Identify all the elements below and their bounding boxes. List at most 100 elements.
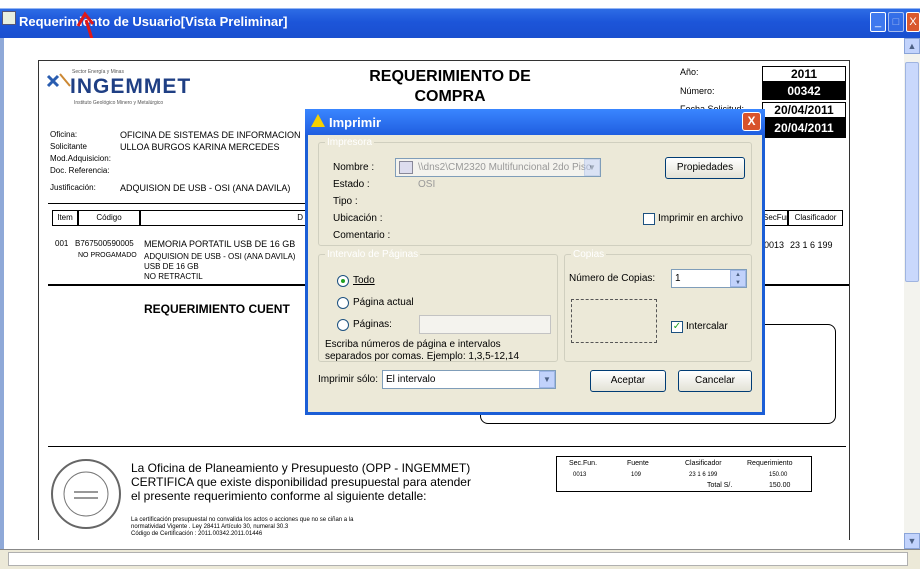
solicitante-label: Solicitante — [50, 142, 87, 151]
row-note-capacity: USB DE 16 GB — [144, 262, 199, 271]
range-hint-line2: separados por comas. Ejemplo: 1,3,5-12,1… — [325, 351, 519, 362]
printer-group: Impresora Nombre : \\dns2\CM2320 Multifu… — [318, 137, 752, 246]
row-note-programado: NO PROGAMADO — [78, 252, 137, 259]
row-secfun: 0013 — [764, 240, 785, 250]
maximize-button[interactable]: □ — [888, 12, 904, 32]
col-codigo: Código — [78, 210, 140, 226]
row-codigo: B767500590005 — [75, 239, 134, 248]
section-rule-right — [763, 284, 849, 286]
page-range-legend: Intervalo de Páginas — [325, 249, 421, 260]
opp-text-line3: el presente requerimiento conforme al si… — [131, 489, 427, 503]
opp-text-line1: La Oficina de Planeamiento y Presupuesto… — [131, 461, 471, 475]
mod-adquisicion-label: Mod.Adquisicion: — [50, 154, 111, 163]
justificacion-value: ADQUISION DE USB - OSI (ANA DAVILA) — [120, 183, 291, 193]
copies-legend: Copias — [571, 249, 607, 260]
report-title-line2: COMPRA — [414, 88, 486, 105]
spinner-icon[interactable]: ▲ ▼ — [730, 270, 746, 287]
app-icon — [2, 11, 16, 25]
budget-total: 150.00 — [769, 482, 791, 489]
intercalar-checkbox[interactable]: ✓ — [671, 321, 683, 333]
opp-text-line2: CERTIFICA que existe disponibilidad pres… — [131, 475, 471, 489]
window-titlebar: Requerimiento de Usuario[Vista Prelimina… — [0, 0, 920, 38]
pagina-actual-radio[interactable] — [337, 297, 349, 309]
row-descripcion: MEMORIA PORTATIL USB DE 16 GB — [144, 239, 296, 249]
opp-seal-icon — [51, 459, 121, 529]
ingemmet-logo-icon — [46, 73, 71, 88]
budget-requerimiento: 150.00 — [769, 472, 788, 478]
report-title-line1: REQUERIMIENTO DE — [369, 68, 531, 85]
printer-name-select[interactable]: \\dns2\CM2320 Multifuncional 2do Piso OS… — [395, 158, 601, 190]
budget-table: Sec.Fun. Fuente Clasificador Requerimien… — [556, 456, 812, 492]
imprimir-solo-label: Imprimir sólo: — [318, 374, 379, 385]
col-secfun: SecFun — [762, 210, 791, 226]
scroll-down-icon[interactable]: ▼ — [904, 533, 920, 549]
cert-note-line3: Código de Certificación : 2011.00342.201… — [131, 531, 263, 537]
num-copias-value: 1 — [675, 273, 681, 284]
col-descripcion: D — [140, 210, 306, 226]
nombre-label: Nombre : — [333, 162, 375, 173]
status-panel — [8, 552, 908, 566]
window-title: Requerimiento de Usuario[Vista Prelimina… — [19, 14, 288, 29]
print-dialog: Imprimir X Impresora Nombre : \\dns2\CM2… — [305, 109, 765, 415]
collate-preview — [571, 299, 657, 343]
imprimir-archivo-label: Imprimir en archivo — [658, 213, 744, 224]
ubicacion-label: Ubicación : — [333, 213, 383, 224]
justificacion-label: Justificación: — [50, 183, 96, 192]
paginas-input[interactable] — [419, 315, 551, 334]
row-item: 001 — [55, 239, 69, 248]
num-copias-input[interactable]: 1 ▲ ▼ — [671, 269, 747, 288]
dialog-close-button[interactable]: X — [742, 112, 761, 131]
budget-clasificador: 23 1 6 199 — [689, 472, 718, 478]
pagina-actual-label: Página actual — [353, 297, 414, 308]
dialog-titlebar: Imprimir X — [305, 109, 765, 135]
vertical-scrollbar[interactable]: ▲ ▼ — [904, 38, 920, 549]
budget-col-clasificador: Clasificador — [685, 460, 722, 467]
minimize-button[interactable]: _ — [870, 12, 886, 32]
todo-label: Todo — [353, 275, 375, 286]
col-clasificador: Clasificador — [788, 210, 843, 226]
paginas-radio[interactable] — [337, 319, 349, 331]
solicitante-value: ULLOA BURGOS KARINA MERCEDES — [120, 142, 280, 152]
budget-col-secfun: Sec.Fun. — [569, 460, 598, 467]
tipo-label: Tipo : — [333, 196, 358, 207]
status-bar — [0, 549, 920, 569]
cancelar-button[interactable]: Cancelar — [678, 370, 752, 392]
paginas-label: Páginas: — [353, 319, 392, 330]
dialog-title: Imprimir — [329, 115, 382, 130]
todo-radio[interactable] — [337, 275, 349, 287]
aceptar-button[interactable]: Aceptar — [590, 370, 666, 392]
numero-value: 00342 — [762, 82, 846, 100]
range-hint-line1: Escriba números de página e intervalos — [325, 339, 501, 350]
copies-group: Copias Número de Copias: 1 ▲ ▼ ✓ Intercal… — [564, 249, 752, 362]
fecha-value: 20/04/2011 — [762, 102, 846, 118]
footer-rule — [48, 446, 846, 447]
chevron-down-icon[interactable]: ▼ — [539, 371, 555, 388]
budget-secfun: 0013 — [573, 472, 587, 478]
printer-legend: Impresora — [325, 137, 375, 148]
table-top-rule — [48, 203, 306, 204]
logo-subtitle: Instituto Geológico Minero y Metalúrgico — [74, 100, 164, 106]
printer-icon — [399, 161, 413, 174]
printer-name-value: \\dns2\CM2320 Multifuncional 2do Piso OS… — [418, 162, 592, 190]
row-note-justificacion: ADQUISION DE USB - OSI (ANA DAVILA) — [144, 252, 296, 261]
numero-label: Número: — [680, 86, 715, 96]
fecha2-value: 20/04/2011 — [762, 118, 846, 138]
scroll-thumb[interactable] — [905, 62, 919, 282]
cuenta-title: REQUERIMIENTO CUENT — [144, 302, 290, 316]
logo-name: INGEMMET — [70, 75, 192, 98]
propiedades-button[interactable]: Propiedades — [665, 157, 745, 179]
imprimir-archivo-checkbox[interactable] — [643, 213, 655, 225]
imprimir-solo-select[interactable]: El intervalo ▼ — [382, 370, 556, 389]
page-range-group: Intervalo de Páginas Todo Página actual … — [318, 249, 558, 362]
budget-total-label: Total S/. — [707, 482, 733, 489]
cert-note-line1: La certificación presupuestal no convali… — [131, 517, 354, 523]
close-button[interactable]: X — [906, 12, 920, 32]
budget-col-requerimiento: Requerimiento — [747, 460, 793, 467]
row-clasificador: 23 1 6 199 — [790, 240, 833, 250]
comentario-label: Comentario : — [333, 230, 391, 241]
chevron-down-icon[interactable]: ▼ — [584, 159, 600, 176]
warning-icon — [311, 114, 325, 127]
num-copias-label: Número de Copias: — [569, 273, 656, 284]
oficina-label: Oficina: — [50, 130, 78, 139]
scroll-up-icon[interactable]: ▲ — [904, 38, 920, 54]
